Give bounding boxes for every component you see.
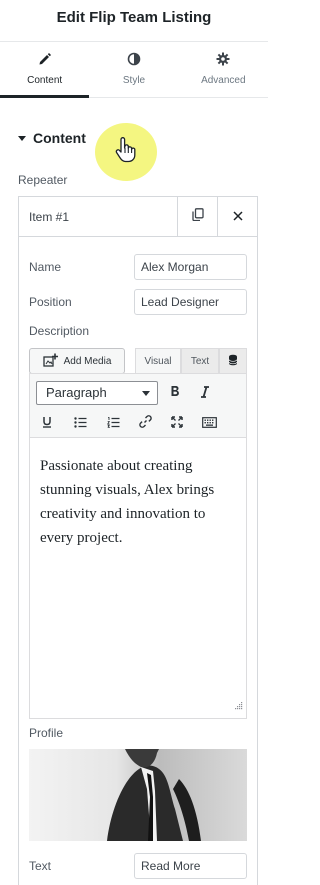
text-label: Text — [29, 859, 52, 873]
insert-link-button[interactable] — [134, 412, 156, 434]
format-select[interactable]: Paragraph — [36, 381, 158, 405]
tab-style-label: Style — [122, 75, 146, 86]
name-label: Name — [29, 260, 62, 274]
tab-advanced-label: Advanced — [201, 75, 246, 86]
link-icon — [138, 415, 152, 431]
text-input[interactable]: Read More — [134, 853, 247, 879]
wysiwyg-editor: Visual Text Paragraph Passionate about c… — [29, 348, 247, 719]
description-label: Description — [29, 324, 90, 338]
panel-title: Edit Flip Team Listing — [56, 9, 212, 26]
bullet-list-icon — [73, 416, 87, 431]
editor-toolbar: Paragraph — [30, 374, 246, 438]
tab-content-label: Content — [27, 75, 63, 86]
tab-text[interactable]: Text — [181, 348, 219, 374]
tab-content[interactable]: Content — [0, 42, 90, 98]
repeater-label: Repeater — [18, 173, 68, 187]
tab-style[interactable]: Style — [89, 42, 178, 97]
profile-image[interactable] — [29, 749, 247, 841]
repeater-item-title: Item #1 — [29, 210, 70, 224]
remove-button[interactable] — [217, 197, 257, 237]
tab-visual[interactable]: Visual — [135, 348, 181, 374]
bullet-list-button[interactable] — [69, 412, 91, 434]
underline-button[interactable] — [36, 412, 58, 434]
caret-down-icon — [18, 135, 26, 141]
hand-cursor-icon — [114, 137, 138, 168]
duplicate-button[interactable] — [177, 197, 217, 237]
repeater-item-header[interactable]: Item #1 — [19, 197, 257, 237]
contrast-icon — [89, 52, 178, 72]
bold-button[interactable] — [164, 382, 186, 404]
panel-tabs: Content Style Advanced — [0, 42, 268, 98]
profile-label: Profile — [29, 726, 64, 740]
close-icon — [232, 208, 243, 226]
resize-grip-icon[interactable] — [234, 697, 243, 715]
database-button[interactable] — [219, 348, 247, 374]
dropdown-arrow-icon — [142, 391, 150, 396]
fullscreen-button[interactable] — [166, 412, 188, 434]
numbered-list-button[interactable] — [102, 412, 124, 434]
database-icon — [228, 354, 238, 369]
section-title: Content — [33, 130, 86, 146]
editor-box: Paragraph Passionate about creating stun… — [29, 373, 247, 719]
position-label: Position — [29, 295, 72, 309]
tab-advanced[interactable]: Advanced — [179, 42, 268, 97]
section-toggle-content[interactable]: Content — [18, 130, 86, 146]
profile-photo — [107, 749, 201, 841]
name-input[interactable]: Alex Morgan — [134, 254, 247, 280]
keyboard-icon — [201, 416, 217, 431]
format-select-value: Paragraph — [46, 385, 107, 400]
position-input[interactable]: Lead Designer — [134, 289, 247, 315]
copy-icon — [191, 208, 204, 226]
italic-button[interactable] — [194, 382, 216, 404]
editor-content[interactable]: Passionate about creating stunning visua… — [40, 454, 236, 550]
underline-icon — [42, 416, 52, 431]
numbered-list-icon — [106, 416, 120, 431]
repeater-item: Item #1 Name Alex Morgan Position Lead D… — [18, 196, 258, 885]
bold-icon — [170, 385, 180, 401]
panel-header: Edit Flip Team Listing — [0, 0, 268, 42]
italic-icon — [200, 385, 210, 401]
toolbar-toggle-button[interactable] — [198, 412, 220, 434]
pencil-icon — [0, 52, 89, 72]
fullscreen-icon — [171, 415, 183, 431]
gear-icon — [179, 52, 268, 72]
